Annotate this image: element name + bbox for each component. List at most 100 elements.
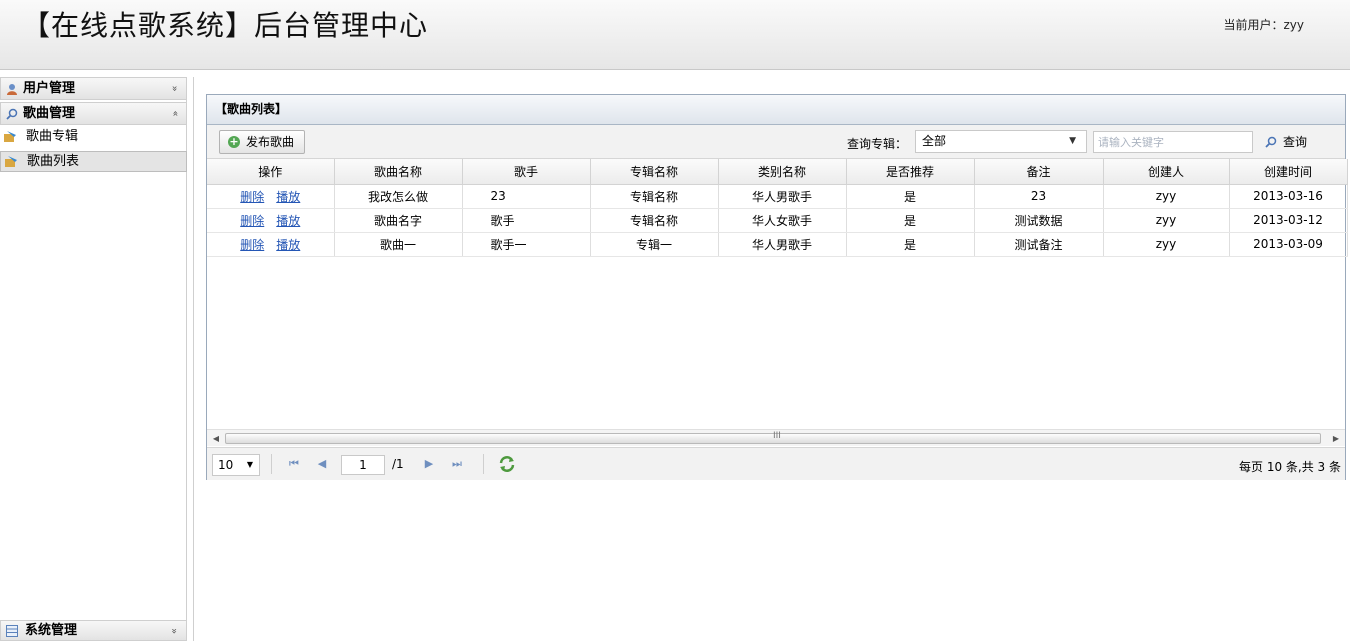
current-page-input[interactable] (341, 455, 385, 475)
current-user-label: 当前用户：zyy (1223, 18, 1304, 32)
sidebar-section-label: 系统管理 (25, 623, 78, 638)
album-filter-value: 全部 (922, 134, 947, 148)
cell-singer: 23 (462, 184, 591, 209)
pager-separator (483, 454, 484, 474)
music-list-icon (5, 156, 17, 167)
delete-link[interactable]: 删除 (240, 190, 264, 204)
cell-remark: 23 (974, 184, 1104, 209)
last-page-icon[interactable]: ⏭ (450, 457, 464, 471)
table-row[interactable]: 删除 播放 我改怎么做 23 专辑名称 华人男歌手 是 23 zyy 2013-0… (207, 184, 1348, 209)
column-header-creator[interactable]: 创建人 (1103, 159, 1230, 185)
play-link[interactable]: 播放 (276, 214, 300, 228)
cell-creator: zyy (1103, 208, 1230, 233)
sidebar-item-song-album[interactable]: 歌曲专辑 (0, 127, 187, 148)
sidebar-section-song-management[interactable]: 歌曲管理 « (0, 102, 187, 125)
cell-song-name: 我改怎么做 (334, 184, 463, 209)
total-pages-label: /1 (392, 457, 404, 471)
song-list-panel: 【歌曲列表】 + 发布歌曲 查询专辑： 全部 ▼ 查询 操作 (206, 94, 1348, 480)
cell-singer: 歌手一 (462, 232, 591, 257)
scrollbar-grip: III (773, 431, 781, 441)
chevron-double-down-icon[interactable]: « (165, 628, 185, 634)
sidebar-section-user-management[interactable]: 用户管理 « (0, 77, 187, 100)
sidebar-item-label: 歌曲列表 (27, 154, 80, 169)
dropdown-arrow-icon: ▼ (1069, 136, 1076, 146)
pager-separator (271, 454, 272, 474)
publish-song-label: 发布歌曲 (246, 135, 295, 149)
horizontal-scrollbar[interactable]: ◀ III ▶ (207, 429, 1345, 446)
main-content: 【歌曲列表】 + 发布歌曲 查询专辑： 全部 ▼ 查询 操作 (193, 77, 1350, 641)
search-icon (1265, 136, 1277, 148)
row-actions: 删除 播放 (207, 232, 335, 257)
column-header-recommended[interactable]: 是否推荐 (846, 159, 975, 185)
cell-created-time: 2013-03-16 (1229, 184, 1348, 209)
sidebar-section-label: 用户管理 (23, 81, 76, 96)
dropdown-arrow-icon: ▼ (246, 460, 253, 469)
keyword-search-input[interactable] (1093, 131, 1253, 153)
delete-link[interactable]: 删除 (240, 214, 264, 228)
pagination-bar: 10 ▼ ⏮ ◀ /1 ▶ ⏭ 每页 10 条,共 3 条 (207, 447, 1345, 480)
search-icon (6, 108, 18, 120)
refresh-icon[interactable] (497, 455, 517, 473)
cell-created-time: 2013-03-09 (1229, 232, 1348, 257)
sidebar: 用户管理 « 歌曲管理 « 歌曲专辑 歌曲列表 (0, 77, 187, 641)
cell-album-name: 专辑名称 (590, 184, 719, 209)
previous-page-icon[interactable]: ◀ (315, 457, 329, 471)
app-header: 【在线点歌系统】后台管理中心 当前用户：zyy (0, 0, 1350, 70)
play-link[interactable]: 播放 (276, 238, 300, 252)
play-link[interactable]: 播放 (276, 190, 300, 204)
column-header-actions[interactable]: 操作 (207, 159, 335, 185)
first-page-icon[interactable]: ⏮ (287, 457, 301, 471)
scroll-left-icon[interactable]: ◀ (209, 431, 223, 446)
add-icon: + (228, 135, 240, 148)
pagination-summary: 每页 10 条,共 3 条 (1239, 460, 1341, 474)
column-header-album-name[interactable]: 专辑名称 (590, 159, 719, 185)
cell-category: 华人女歌手 (718, 208, 847, 233)
table-row[interactable]: 删除 播放 歌曲一 歌手一 专辑一 华人男歌手 是 测试备注 zyy 2013-0… (207, 232, 1348, 257)
chevron-double-up-icon[interactable]: « (164, 110, 185, 116)
cell-category: 华人男歌手 (718, 184, 847, 209)
cell-recommended: 是 (846, 232, 975, 257)
sidebar-item-label: 歌曲专辑 (26, 129, 79, 144)
table-row[interactable]: 删除 播放 歌曲名字 歌手 专辑名称 华人女歌手 是 测试数据 zyy 2013-… (207, 208, 1348, 233)
search-button-label: 查询 (1283, 135, 1308, 149)
cell-remark: 测试数据 (974, 208, 1104, 233)
column-header-song-name[interactable]: 歌曲名称 (334, 159, 463, 185)
user-icon (7, 84, 17, 95)
scroll-right-icon[interactable]: ▶ (1329, 431, 1343, 446)
column-header-created-time[interactable]: 创建时间 (1229, 159, 1348, 185)
page-size-select[interactable]: 10 ▼ (212, 454, 260, 476)
row-actions: 删除 播放 (207, 184, 335, 209)
cell-recommended: 是 (846, 184, 975, 209)
scrollbar-thumb[interactable]: III (225, 431, 1321, 444)
column-header-singer[interactable]: 歌手 (462, 159, 591, 185)
cell-creator: zyy (1103, 232, 1230, 257)
panel-title: 【歌曲列表】 (207, 95, 1345, 125)
delete-link[interactable]: 删除 (240, 238, 264, 252)
app-title: 【在线点歌系统】后台管理中心 (22, 9, 429, 42)
cell-recommended: 是 (846, 208, 975, 233)
music-album-icon (4, 131, 16, 142)
song-table: 操作 歌曲名称 歌手 专辑名称 类别名称 是否推荐 备注 创建人 创建时间 删除… (207, 159, 1348, 257)
cell-creator: zyy (1103, 184, 1230, 209)
toolbar: + 发布歌曲 查询专辑： 全部 ▼ 查询 (207, 125, 1345, 159)
cell-remark: 测试备注 (974, 232, 1104, 257)
column-header-category[interactable]: 类别名称 (718, 159, 847, 185)
cell-album-name: 专辑名称 (590, 208, 719, 233)
next-page-icon[interactable]: ▶ (422, 457, 436, 471)
search-button[interactable]: 查询 (1265, 131, 1307, 153)
chevron-double-down-icon[interactable]: « (164, 85, 185, 91)
table-header-row: 操作 歌曲名称 歌手 专辑名称 类别名称 是否推荐 备注 创建人 创建时间 (207, 159, 1348, 185)
album-filter-label: 查询专辑： (847, 137, 908, 151)
row-actions: 删除 播放 (207, 208, 335, 233)
cell-song-name: 歌曲一 (334, 232, 463, 257)
grid-icon (6, 625, 18, 637)
column-header-remark[interactable]: 备注 (974, 159, 1104, 185)
sidebar-section-system-management[interactable]: 系统管理 « (0, 620, 187, 641)
publish-song-button[interactable]: + 发布歌曲 (219, 130, 306, 154)
sidebar-item-song-list[interactable]: 歌曲列表 (0, 151, 187, 172)
cell-created-time: 2013-03-12 (1229, 208, 1348, 233)
page-size-value: 10 (218, 458, 234, 472)
cell-category: 华人男歌手 (718, 232, 847, 257)
sidebar-section-label: 歌曲管理 (23, 106, 76, 121)
album-filter-select[interactable]: 全部 ▼ (915, 130, 1087, 153)
